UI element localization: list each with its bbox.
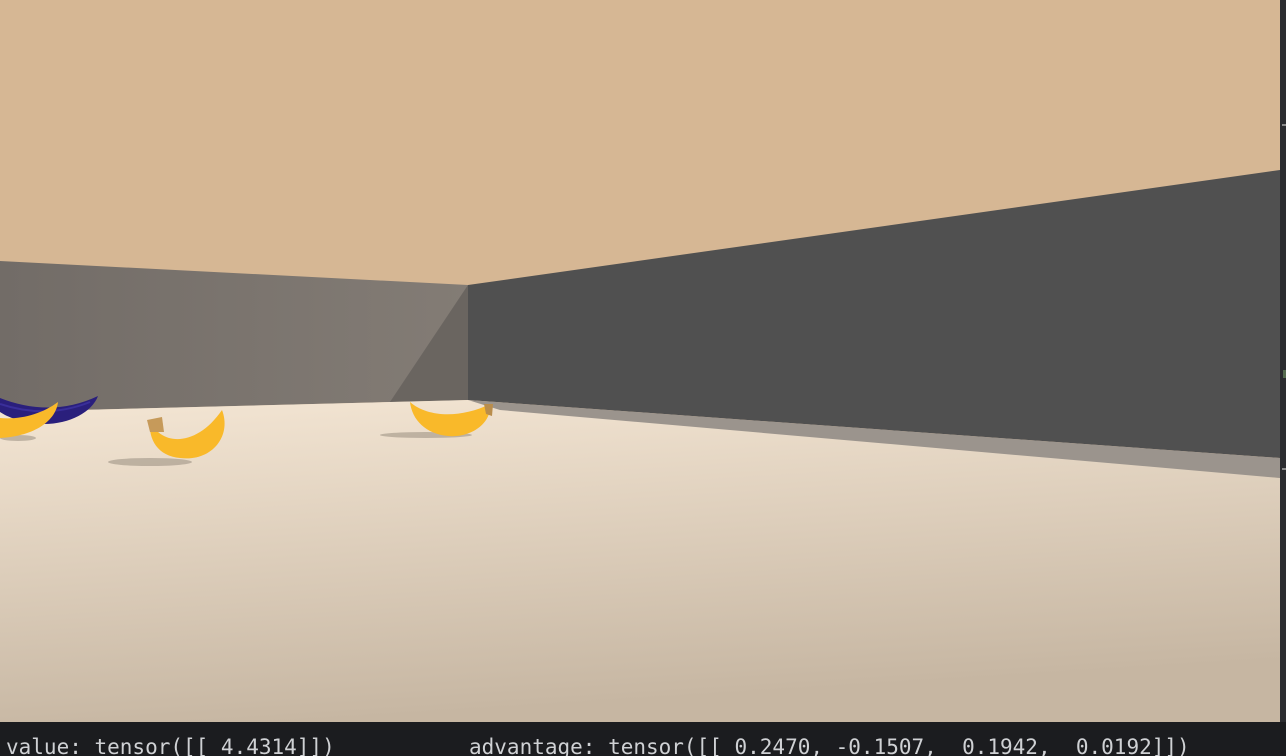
window-right-edge: [1280, 0, 1286, 722]
edge-tick: [1282, 124, 1286, 126]
value-output: value: tensor([[ 4.4314]]): [6, 735, 335, 756]
terminal-output: value: tensor([[ 4.4314]]) advantage: te…: [0, 722, 1286, 756]
advantage-output: advantage: tensor([[ 0.2470, -0.1507, 0.…: [469, 735, 1190, 756]
game-viewport: [0, 0, 1286, 722]
scene-render: [0, 0, 1280, 722]
edge-tick: [1282, 468, 1286, 470]
banana-environment-window: value: tensor([[ 4.4314]]) advantage: te…: [0, 0, 1286, 756]
left-wall: [0, 261, 468, 412]
